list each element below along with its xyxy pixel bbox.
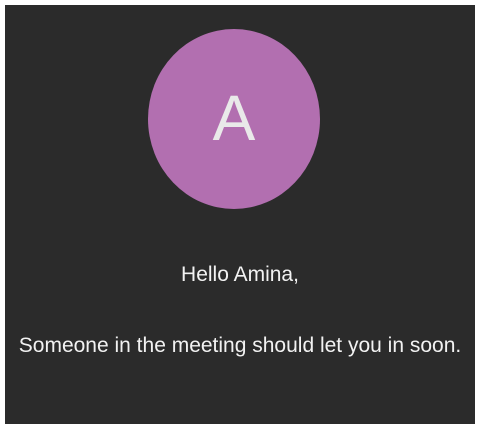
waiting-message: Someone in the meeting should let you in… bbox=[18, 334, 462, 357]
waiting-room-screen: A Hello Amina, Someone in the meeting sh… bbox=[5, 5, 475, 424]
avatar: A bbox=[148, 29, 320, 209]
greeting-text: Hello Amina, bbox=[181, 263, 299, 286]
avatar-initial: A bbox=[212, 82, 256, 154]
